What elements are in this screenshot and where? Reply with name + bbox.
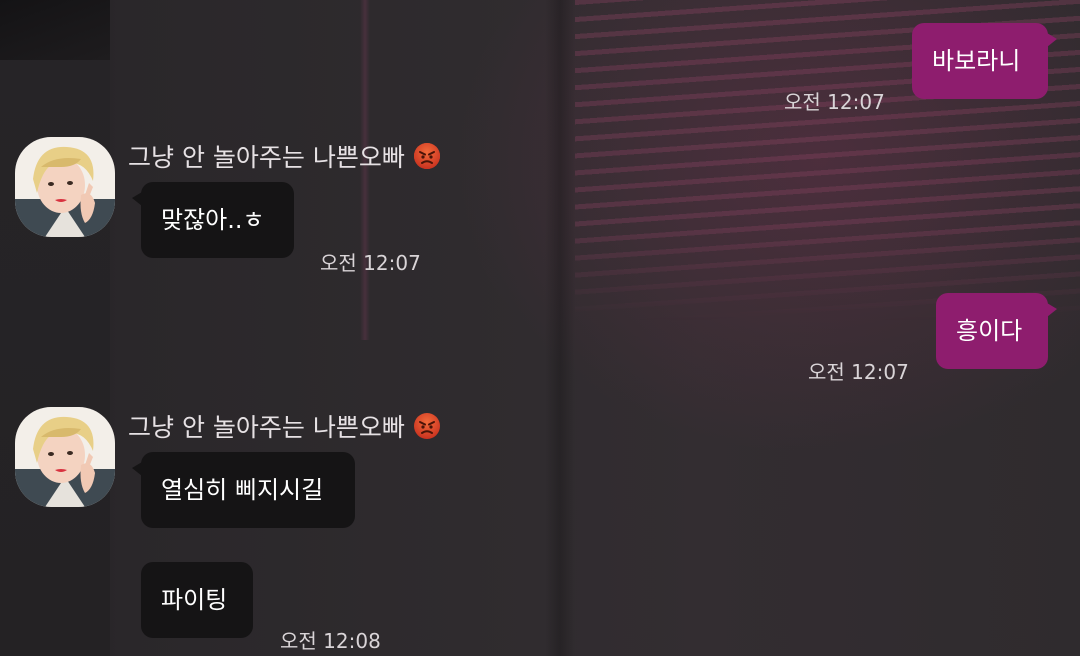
incoming-message-bubble[interactable]: 맞잖아..ㅎ — [132, 182, 294, 258]
angry-face-icon — [413, 412, 441, 440]
message-text: 흥이다 — [956, 317, 1023, 345]
message-timestamp: 오전 12:07 — [784, 90, 885, 114]
outgoing-message-bubble[interactable]: 흥이다 — [936, 293, 1057, 369]
sender-avatar[interactable] — [15, 407, 115, 507]
message-text: 열심히 삐지시길 — [161, 476, 324, 504]
message-text: 맞잖아..ㅎ — [161, 206, 265, 234]
message-timestamp: 오전 12:08 — [280, 629, 381, 653]
message-text: 파이팅 — [161, 586, 228, 614]
incoming-message-bubble[interactable]: 파이팅 — [141, 562, 253, 638]
message-text: 바보라니 — [932, 47, 1021, 75]
chat-message-list[interactable]: 바보라니 오전 12:07 그냥 안 놀아주는 나쁜오빠 맞잖아..ㅎ 오전 1… — [0, 0, 1080, 656]
sender-name: 그냥 안 놀아주는 나쁜오빠 — [128, 138, 441, 174]
message-timestamp: 오전 12:07 — [808, 360, 909, 384]
message-timestamp: 오전 12:07 — [320, 251, 421, 275]
sender-avatar[interactable] — [15, 137, 115, 237]
incoming-message-bubble[interactable]: 열심히 삐지시길 — [132, 452, 355, 528]
angry-face-icon — [413, 142, 441, 170]
sender-name: 그냥 안 놀아주는 나쁜오빠 — [128, 408, 441, 444]
outgoing-message-bubble[interactable]: 바보라니 — [912, 23, 1057, 99]
